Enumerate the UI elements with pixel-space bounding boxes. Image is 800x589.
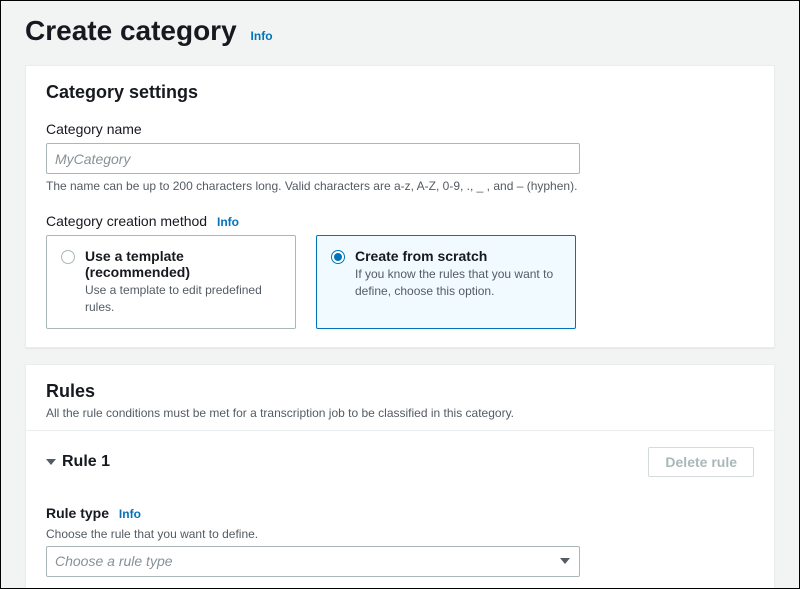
rules-panel: Rules All the rule conditions must be me… [25, 364, 775, 589]
creation-method-section: Category creation method Info Use a temp… [46, 213, 754, 329]
category-settings-title: Category settings [46, 82, 754, 103]
option-content: Create from scratch If you know the rule… [355, 248, 561, 316]
radio-icon [331, 250, 345, 264]
rule-type-label-row: Rule type Info [46, 505, 754, 521]
option-create-from-scratch-desc: If you know the rules that you want to d… [355, 266, 561, 300]
rules-header: Rules All the rule conditions must be me… [26, 365, 774, 430]
category-name-hint: The name can be up to 200 characters lon… [46, 179, 754, 193]
creation-method-label: Category creation method Info [46, 213, 754, 229]
option-use-template-desc: Use a template to edit predefined rules. [85, 282, 281, 316]
rule-1-header-row: Rule 1 Delete rule [46, 445, 754, 477]
category-name-input[interactable] [46, 143, 580, 174]
page-header: Create category Info [1, 1, 799, 65]
page-title: Create category [25, 15, 237, 46]
rules-title: Rules [46, 381, 754, 402]
option-create-from-scratch-title: Create from scratch [355, 248, 561, 264]
category-name-label: Category name [46, 121, 754, 137]
category-settings-panel: Category settings Category name The name… [25, 65, 775, 348]
radio-icon [61, 250, 75, 264]
rule-type-select-wrap: Choose a rule type [46, 546, 580, 577]
creation-method-options: Use a template (recommended) Use a templ… [46, 235, 754, 329]
rule-type-label: Rule type [46, 505, 109, 521]
option-use-template[interactable]: Use a template (recommended) Use a templ… [46, 235, 296, 329]
rules-subtitle: All the rule conditions must be met for … [46, 406, 754, 420]
rule-type-sublabel: Choose the rule that you want to define. [46, 527, 754, 541]
rule-1-section: Rule 1 Delete rule Rule type Info Choose… [26, 430, 774, 589]
page-container: Create category Info Category settings C… [0, 0, 800, 589]
rule-type-select[interactable]: Choose a rule type [46, 546, 580, 577]
category-settings-header: Category settings [26, 66, 774, 113]
creation-method-label-text: Category creation method [46, 213, 207, 229]
rule-1-toggle[interactable]: Rule 1 [46, 453, 110, 471]
option-create-from-scratch[interactable]: Create from scratch If you know the rule… [316, 235, 576, 329]
rule-1-name: Rule 1 [62, 453, 110, 471]
option-content: Use a template (recommended) Use a templ… [85, 248, 281, 316]
rule-1-body: Rule type Info Choose the rule that you … [46, 505, 754, 577]
delete-rule-button: Delete rule [648, 447, 754, 477]
creation-method-info-link[interactable]: Info [217, 215, 239, 229]
rule-type-info-link[interactable]: Info [119, 507, 141, 521]
category-settings-body: Category name The name can be up to 200 … [26, 113, 774, 347]
chevron-down-icon [46, 459, 56, 465]
page-info-link[interactable]: Info [251, 29, 273, 43]
option-use-template-title: Use a template (recommended) [85, 248, 281, 280]
